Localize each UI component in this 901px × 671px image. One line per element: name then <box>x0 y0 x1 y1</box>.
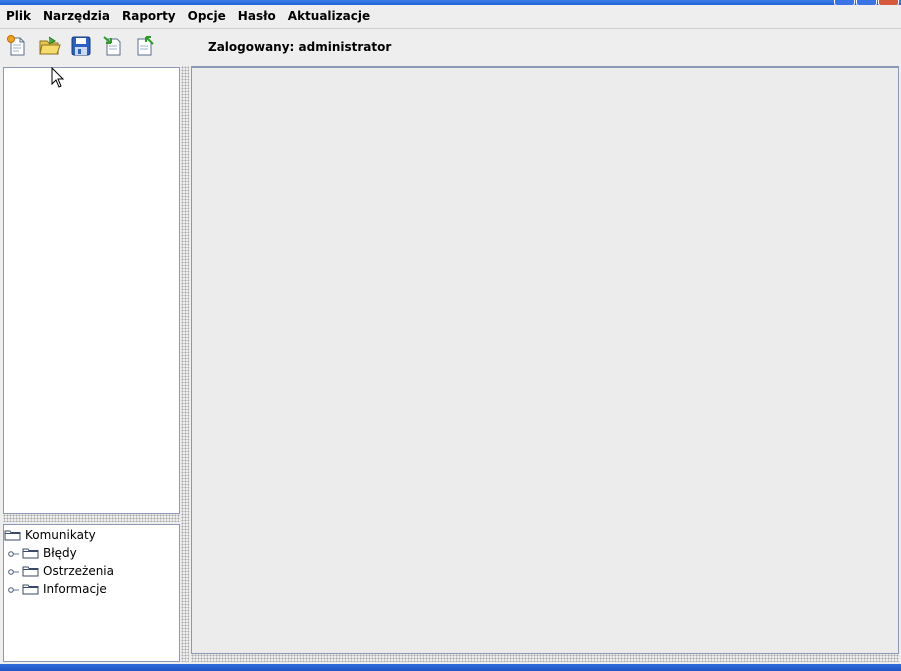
new-file-icon <box>7 35 25 56</box>
vertical-splitter[interactable] <box>181 66 189 662</box>
import-button[interactable] <box>100 33 126 59</box>
folder-icon <box>4 529 21 541</box>
menu-raporty[interactable]: Raporty <box>116 5 182 28</box>
folder-icon <box>22 565 39 577</box>
import-icon <box>103 36 121 56</box>
expand-toggle-icon[interactable] <box>8 566 20 576</box>
tree-label: Informacje <box>43 582 107 596</box>
menu-opcje[interactable]: Opcje <box>182 5 232 28</box>
tree-node-bledy[interactable]: Błędy <box>8 544 77 562</box>
export-button[interactable] <box>132 33 158 59</box>
menu-narzedzia[interactable]: Narzędzia <box>37 5 116 28</box>
main-content-panel[interactable] <box>191 66 899 654</box>
folder-icon <box>22 583 39 595</box>
menu-aktualizacje[interactable]: Aktualizacje <box>282 5 376 28</box>
folder-icon <box>22 547 39 559</box>
open-folder-icon <box>39 36 61 55</box>
tree-label: Komunikaty <box>25 528 96 542</box>
tree-label: Błędy <box>43 546 77 560</box>
taskbar-edge <box>0 664 901 671</box>
expand-toggle-icon[interactable] <box>8 548 20 558</box>
mouse-pointer-icon <box>51 67 65 88</box>
menubar: Plik Narzędzia Raporty Opcje Hasło Aktua… <box>0 5 901 28</box>
menu-haslo[interactable]: Hasło <box>232 5 282 28</box>
tree-label: Ostrzeżenia <box>43 564 114 578</box>
expand-toggle-icon[interactable] <box>8 584 20 594</box>
bottom-splitter[interactable] <box>191 654 899 662</box>
tree-node-ostrzezenia[interactable]: Ostrzeżenia <box>8 562 114 580</box>
open-button[interactable] <box>36 33 62 59</box>
logged-in-status: Zalogowany: administrator <box>208 40 392 54</box>
menu-plik[interactable]: Plik <box>0 5 37 28</box>
save-button[interactable] <box>68 33 94 59</box>
horizontal-splitter[interactable] <box>3 514 180 522</box>
tree-node-informacje[interactable]: Informacje <box>8 580 107 598</box>
navigation-panel[interactable] <box>3 67 180 514</box>
save-icon <box>71 36 91 56</box>
toolbar: Zalogowany: administrator <box>0 29 901 64</box>
new-file-button[interactable] <box>4 33 30 59</box>
tree-node-komunikaty[interactable]: Komunikaty <box>4 526 96 544</box>
export-icon <box>137 36 154 56</box>
